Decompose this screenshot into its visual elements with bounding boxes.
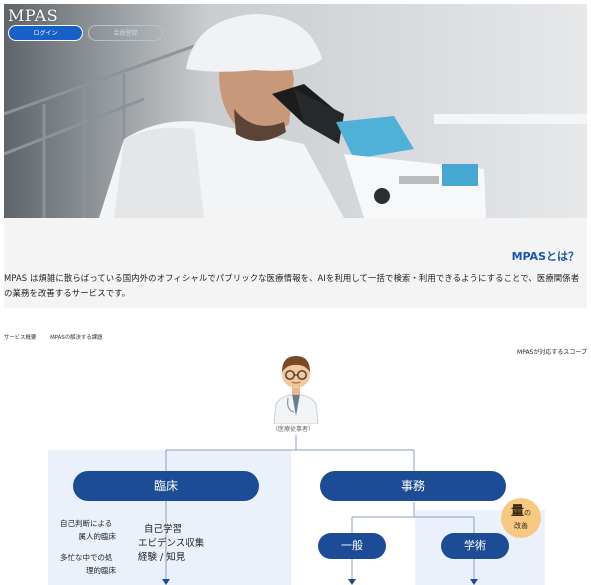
register-button[interactable]: 会員登録	[88, 25, 163, 41]
mid-note-line: 経験 / 知見	[138, 552, 186, 563]
site-logo[interactable]: MPAS	[8, 6, 58, 25]
about-description: MPAS は煩雑に散らばっている国内外のオフィシャルでパブリックな医療情報を、A…	[4, 273, 580, 298]
general-pill: 一般	[318, 533, 386, 559]
quantity-improvement-badge: 量の 改善	[501, 498, 541, 538]
login-button[interactable]: ログイン	[8, 25, 83, 41]
side-note-line: 理的臨床	[86, 566, 116, 575]
clinical-pill: 臨床	[73, 471, 259, 501]
mid-note-line: 自己学習	[144, 524, 183, 535]
badge-main-text: 量の	[510, 504, 531, 519]
clinical-mid-notes: 自己学習 エビデンス収集 経験 / 知見	[138, 523, 204, 565]
about-title: MPASとは？	[511, 250, 579, 263]
doctor-avatar-icon	[273, 356, 319, 424]
clinical-side-notes: 自己判断による 属人的臨床 多忙な中での処 理的臨床	[60, 517, 116, 577]
side-note-line: 属人的臨床	[78, 532, 117, 541]
scope-diagram: （医療従事者） 臨床 自己判断による 属人的臨床 多忙な中での処 理的臨床 自己…	[0, 340, 591, 585]
side-note-line: 自己判断による	[60, 519, 113, 528]
badge-sub-text: 改善	[514, 522, 528, 530]
mid-note-line: エビデンス収集	[138, 538, 205, 549]
academic-pill: 学術	[441, 533, 509, 559]
hero-banner: MPAS ログイン 会員登録	[4, 4, 587, 218]
office-pill: 事務	[320, 471, 506, 501]
person-label: （医療従事者）	[272, 426, 315, 433]
side-note-line: 多忙な中での処	[60, 553, 113, 562]
about-section: MPASとは？ MPAS は煩雑に散らばっている国内外のオフィシャルでパブリック…	[4, 218, 587, 308]
